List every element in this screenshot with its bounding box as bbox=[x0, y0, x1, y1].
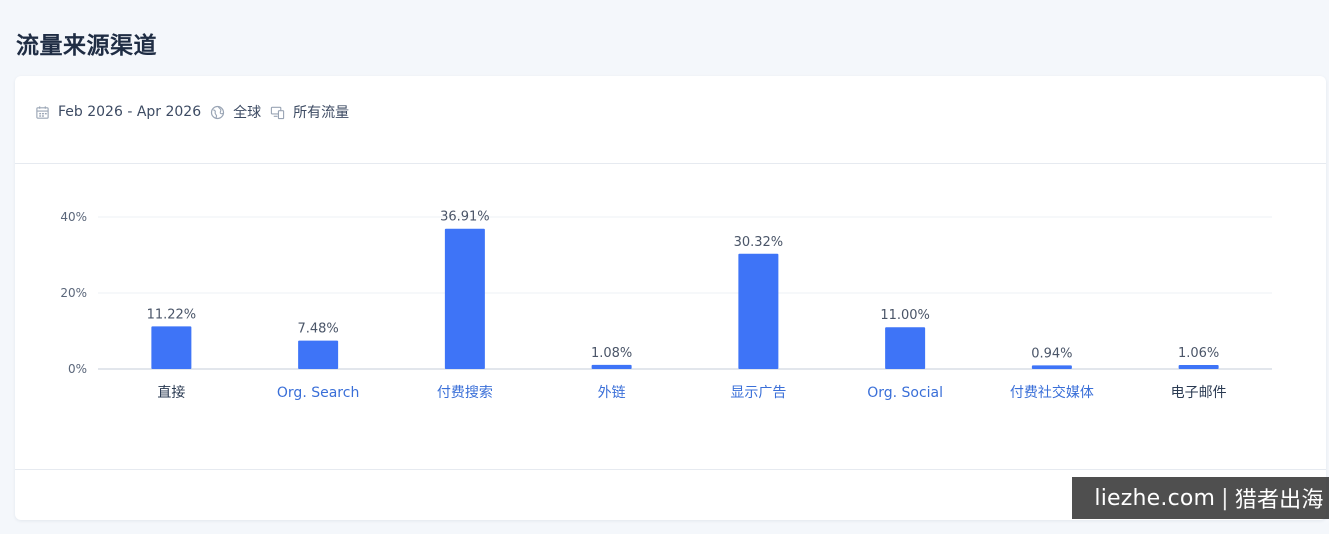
region-filter[interactable]: 全球 bbox=[210, 102, 261, 122]
traffic-filter[interactable]: 所有流量 bbox=[270, 102, 349, 122]
x-category-label[interactable]: 显示广告 bbox=[730, 385, 786, 401]
globe-icon bbox=[211, 105, 225, 119]
bar bbox=[1031, 365, 1072, 369]
x-category-label[interactable]: Org. Social bbox=[867, 385, 943, 401]
bar bbox=[1178, 364, 1219, 369]
bar-value-label: 11.22% bbox=[147, 307, 197, 322]
footer-divider bbox=[15, 469, 1326, 470]
x-category-label[interactable]: Org. Search bbox=[277, 385, 359, 401]
watermark-overlay: liezhe.com | 猎者出海 bbox=[1072, 477, 1329, 519]
bar-value-label: 1.06% bbox=[1178, 346, 1219, 361]
bar bbox=[298, 340, 339, 369]
date-range-filter[interactable]: Feb 2026 - Apr 2026 bbox=[35, 104, 201, 120]
bar-value-label: 1.08% bbox=[591, 346, 632, 361]
date-range-label: Feb 2026 - Apr 2026 bbox=[58, 104, 202, 120]
watermark-separator: | bbox=[1221, 485, 1229, 511]
bar-value-label: 0.94% bbox=[1031, 346, 1072, 361]
traffic-label: 所有流量 bbox=[293, 105, 350, 121]
bar bbox=[738, 253, 779, 369]
watermark-site: liezhe.com bbox=[1094, 485, 1216, 511]
filter-bar: Feb 2026 - Apr 2026 全球 所有流量 bbox=[35, 102, 358, 122]
x-category-label[interactable]: 付费搜索 bbox=[437, 384, 493, 401]
devices-icon bbox=[270, 106, 285, 119]
bar bbox=[885, 327, 926, 369]
x-category-label: 直接 bbox=[157, 384, 185, 401]
bar bbox=[591, 364, 632, 369]
bar-value-label: 11.00% bbox=[880, 308, 930, 323]
calendar-icon bbox=[36, 105, 49, 119]
x-category-label[interactable]: 外链 bbox=[598, 385, 626, 401]
bar-value-label: 36.91% bbox=[440, 210, 490, 225]
y-tick-label: 40% bbox=[60, 210, 87, 224]
watermark-name: 猎者出海 bbox=[1234, 488, 1324, 513]
bar bbox=[444, 228, 485, 369]
page-title: 流量来源渠道 bbox=[16, 33, 157, 59]
y-tick-label: 20% bbox=[60, 286, 87, 300]
bar-value-label: 7.48% bbox=[297, 322, 338, 337]
x-category-label[interactable]: 付费社交媒体 bbox=[1010, 384, 1094, 401]
traffic-sources-card: Feb 2026 - Apr 2026 全球 所有流量 0% 20% 40% 11.2… bbox=[15, 76, 1326, 520]
y-tick-label: 0% bbox=[68, 362, 87, 376]
x-category-label: 电子邮件 bbox=[1171, 385, 1227, 401]
bar-value-label: 30.32% bbox=[734, 235, 784, 250]
region-label: 全球 bbox=[233, 105, 262, 121]
bar bbox=[151, 326, 192, 369]
traffic-bar-chart: 0% 20% 40% 11.22% 直接 7.48% Org. Search 36.91% 付费… bbox=[60, 210, 1272, 401]
